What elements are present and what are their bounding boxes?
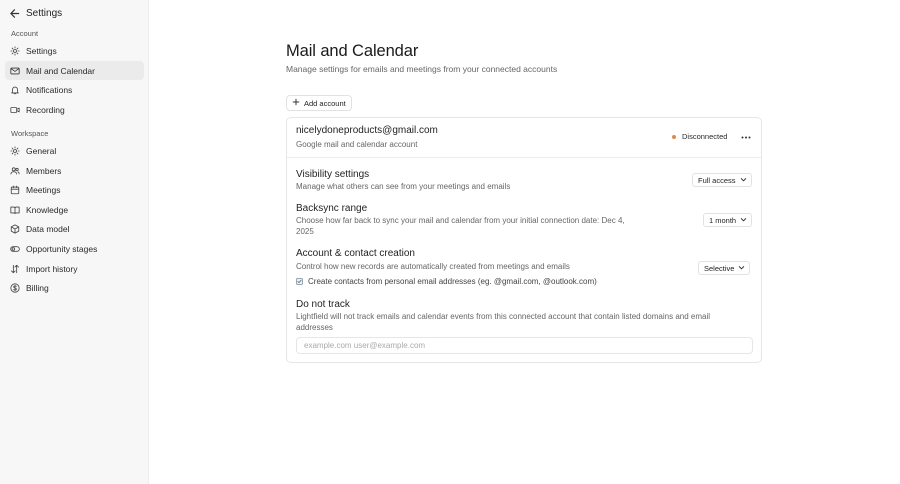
account-type: Google mail and calendar account xyxy=(296,140,418,149)
sidebar-item-label: Notifications xyxy=(26,84,73,95)
contact-creation-value: Selective xyxy=(704,263,735,273)
add-account-label: Add account xyxy=(304,98,346,108)
chevron-down-icon xyxy=(740,176,747,185)
backsync-select[interactable]: 1 month xyxy=(703,213,753,227)
sidebar-item-notifications[interactable]: Notifications xyxy=(5,80,144,99)
page-title: Mail and Calendar xyxy=(286,42,419,60)
visibility-title: Visibility settings xyxy=(296,169,370,180)
back-arrow-icon[interactable] xyxy=(8,7,20,19)
bell-icon xyxy=(10,85,20,95)
visibility-desc: Manage what others can see from your mee… xyxy=(296,182,511,191)
backsync-desc-line2: 2025 xyxy=(296,227,314,236)
video-icon xyxy=(10,105,20,115)
chevron-down-icon xyxy=(740,216,747,225)
contact-creation-title: Account & contact creation xyxy=(296,248,415,259)
plus-icon xyxy=(292,98,300,108)
do-not-track-desc-line2: addresses xyxy=(296,323,333,332)
sidebar-header: Settings xyxy=(8,6,62,20)
divider xyxy=(287,157,761,158)
calendar-icon xyxy=(10,185,20,195)
visibility-select[interactable]: Full access xyxy=(692,173,752,187)
connection-status: Disconnected xyxy=(672,132,727,141)
contact-creation-select[interactable]: Selective xyxy=(698,261,751,275)
contact-creation-desc: Control how new records are automaticall… xyxy=(296,262,570,271)
chevron-down-icon xyxy=(738,264,745,273)
sidebar-item-billing[interactable]: Billing xyxy=(5,278,144,297)
backsync-value: 1 month xyxy=(709,215,737,225)
sidebar-item-label: Billing xyxy=(26,282,49,293)
sidebar-item-label: General xyxy=(26,145,57,156)
sidebar-item-opportunity-stages[interactable]: Opportunity stages xyxy=(5,239,144,258)
sidebar-item-label: Knowledge xyxy=(26,204,69,215)
account-email: nicelydoneproducts@gmail.com xyxy=(296,125,438,136)
backsync-title: Backsync range xyxy=(296,203,368,214)
sidebar-item-label: Members xyxy=(26,165,62,176)
do-not-track-desc-line1: Lightfield will not track emails and cal… xyxy=(296,312,711,321)
backsync-desc-line1: Choose how far back to sync your mail an… xyxy=(296,216,625,225)
gear-icon xyxy=(10,45,20,56)
book-icon xyxy=(10,205,20,215)
do-not-track-input[interactable]: example.com user@example.com xyxy=(296,337,753,354)
personal-email-checkbox-row[interactable]: Create contacts from personal email addr… xyxy=(296,277,597,286)
sidebar-item-knowledge[interactable]: Knowledge xyxy=(5,200,144,219)
sidebar-item-data-model[interactable]: Data model xyxy=(5,219,144,238)
status-label: Disconnected xyxy=(682,132,728,141)
status-dot-icon xyxy=(672,134,676,139)
page-subtitle: Manage settings for emails and meetings … xyxy=(286,64,558,74)
sidebar-item-import-history[interactable]: Import history xyxy=(5,259,144,278)
sidebar-item-label: Meetings xyxy=(26,184,61,195)
sidebar: Settings Account Settings Mail and Calen… xyxy=(0,0,149,484)
checkbox[interactable] xyxy=(296,278,303,285)
sidebar-item-label: Settings xyxy=(26,45,57,56)
sidebar-item-label: Recording xyxy=(26,104,65,115)
import-icon xyxy=(10,264,20,274)
add-account-button[interactable]: Add account xyxy=(286,95,352,111)
sidebar-item-settings[interactable]: Settings xyxy=(5,41,144,60)
sidebar-item-recording[interactable]: Recording xyxy=(5,100,144,119)
sidebar-item-meetings[interactable]: Meetings xyxy=(5,180,144,199)
visibility-value: Full access xyxy=(698,175,736,185)
sidebar-item-label: Mail and Calendar xyxy=(26,65,95,76)
toggle-icon xyxy=(10,244,20,254)
sidebar-item-mail-and-calendar[interactable]: Mail and Calendar xyxy=(5,61,144,80)
users-icon xyxy=(10,166,20,176)
dollar-icon xyxy=(10,282,20,293)
sidebar-item-label: Import history xyxy=(26,263,78,274)
sidebar-item-members[interactable]: Members xyxy=(5,161,144,180)
section-label-account: Account xyxy=(11,29,39,38)
sidebar-item-label: Opportunity stages xyxy=(26,243,98,254)
checkbox-label: Create contacts from personal email addr… xyxy=(308,277,597,286)
sidebar-title: Settings xyxy=(26,7,63,19)
account-card: nicelydoneproducts@gmail.com Google mail… xyxy=(286,117,762,363)
cube-icon xyxy=(10,223,20,234)
gear-icon xyxy=(10,145,20,156)
sidebar-item-general[interactable]: General xyxy=(5,141,144,160)
more-options-icon[interactable] xyxy=(739,132,753,142)
mail-icon xyxy=(10,66,20,76)
section-label-workspace: Workspace xyxy=(11,129,49,138)
do-not-track-title: Do not track xyxy=(296,299,350,310)
sidebar-item-label: Data model xyxy=(26,223,70,234)
